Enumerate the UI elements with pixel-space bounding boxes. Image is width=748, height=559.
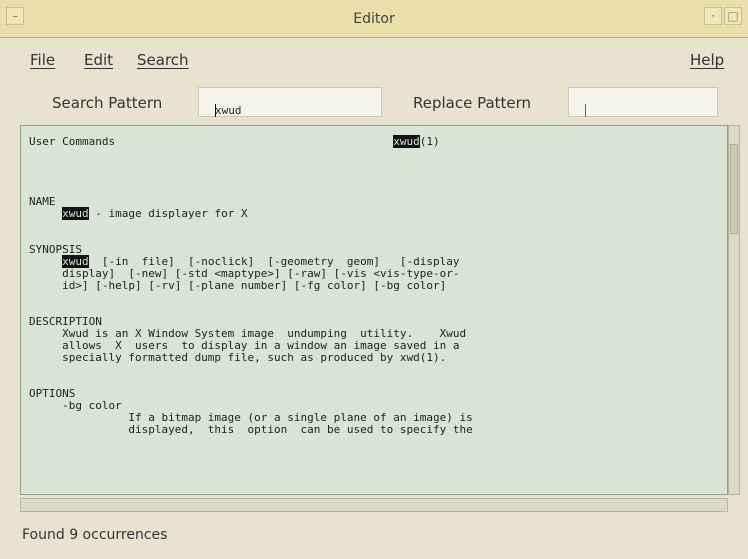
- search-pattern-value: xwud: [215, 104, 242, 117]
- document-text-area[interactable]: User Commands xwud(1) NAME xwud - image d…: [20, 125, 728, 495]
- text-segment: User Commands: [29, 135, 394, 148]
- text-segment: - image displayer for X: [88, 207, 248, 220]
- text-line: [29, 184, 723, 196]
- menu-help[interactable]: Help: [690, 51, 724, 69]
- search-match-highlight: xwud: [393, 135, 420, 148]
- document-content: User Commands xwud(1) NAME xwud - image d…: [29, 135, 723, 436]
- replace-pattern-input[interactable]: [568, 87, 718, 117]
- text-line: [29, 364, 723, 376]
- text-line: OPTIONS: [29, 388, 723, 400]
- text-line: [29, 232, 723, 244]
- text-segment: displayed, this option can be used to sp…: [29, 423, 473, 436]
- search-match-highlight: xwud: [62, 207, 89, 220]
- replace-pattern-label: Replace Pattern: [413, 94, 532, 112]
- window-title: Editor: [353, 11, 395, 27]
- search-pattern-input[interactable]: xwud: [198, 87, 382, 117]
- text-caret: [585, 104, 586, 117]
- text-line: [29, 172, 723, 184]
- text-line: displayed, this option can be used to sp…: [29, 424, 723, 436]
- minimize-button[interactable]: ·: [704, 7, 722, 25]
- status-message: Found 9 occurrences: [22, 527, 168, 543]
- menu-file[interactable]: File: [30, 51, 55, 69]
- vertical-scroll-thumb[interactable]: [730, 144, 738, 234]
- text-segment: (1): [419, 135, 440, 148]
- menu-edit[interactable]: Edit: [84, 51, 113, 69]
- vertical-scrollbar[interactable]: [728, 125, 740, 495]
- menu-search[interactable]: Search: [137, 51, 189, 69]
- text-line: [29, 304, 723, 316]
- text-line: [29, 292, 723, 304]
- title-bar[interactable]: – Editor · □: [0, 0, 748, 38]
- text-segment: [29, 207, 62, 220]
- text-line: id>] [-help] [-rv] [-plane number] [-fg …: [29, 280, 723, 292]
- text-line: specially formatted dump file, such as p…: [29, 352, 723, 364]
- text-line: [29, 160, 723, 172]
- maximize-button[interactable]: □: [724, 7, 742, 25]
- text-line: xwud - image displayer for X: [29, 207, 723, 220]
- text-line: [29, 376, 723, 388]
- text-caret: [215, 104, 216, 117]
- horizontal-scrollbar[interactable]: [20, 498, 728, 512]
- menu-bar: File Edit Search Help: [0, 40, 748, 78]
- text-segment: id>] [-help] [-rv] [-plane number] [-fg …: [29, 279, 447, 292]
- text-line: User Commands xwud(1): [29, 135, 723, 148]
- text-line: [29, 148, 723, 160]
- text-line: [29, 220, 723, 232]
- text-segment: specially formatted dump file, such as p…: [29, 351, 447, 364]
- search-pattern-label: Search Pattern: [52, 94, 163, 112]
